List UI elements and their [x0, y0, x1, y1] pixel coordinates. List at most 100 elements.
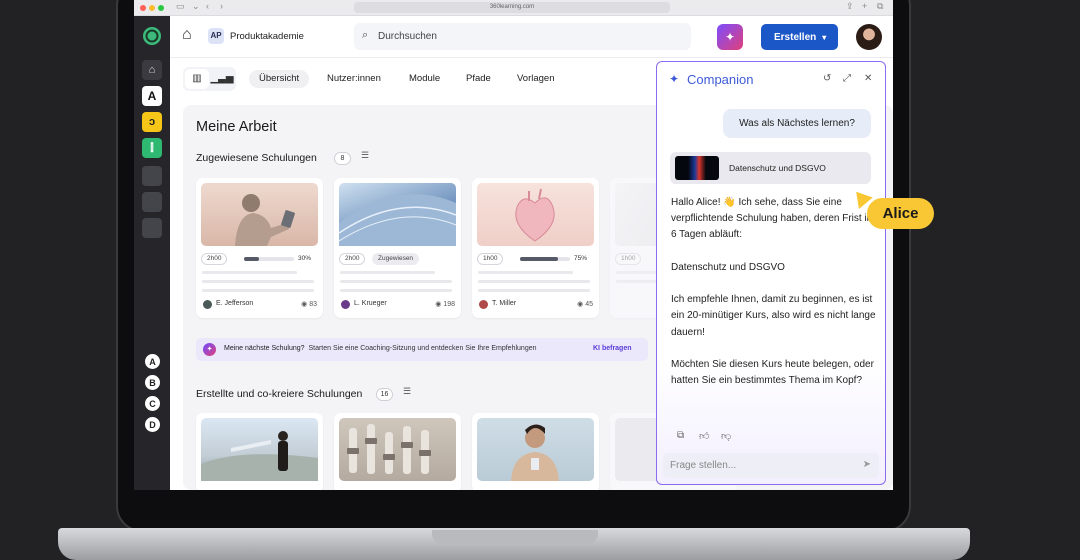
person-outdoor-illustration: [201, 431, 318, 481]
sidebar-slot[interactable]: [142, 192, 162, 212]
ask-ai-link[interactable]: KI befragen: [593, 345, 632, 352]
course-thumbnail: [477, 418, 594, 481]
minimize-window-icon[interactable]: [149, 5, 155, 11]
logo-mark: [143, 27, 161, 45]
home-nav-icon[interactable]: ⌂: [142, 60, 162, 80]
suggested-course[interactable]: Datenschutz und DSGVO: [670, 152, 871, 184]
share-icon[interactable]: ⇪: [846, 1, 854, 12]
list-view-icon[interactable]: ☰: [361, 150, 369, 161]
send-icon[interactable]: ➤: [863, 459, 871, 470]
laptop-notch: [432, 530, 598, 544]
course-thumbnail: [201, 183, 318, 246]
list-view-icon[interactable]: ☰: [403, 386, 411, 397]
author-name: T. Miller: [492, 300, 517, 307]
assistant-reply: Hallo Alice! 👋 Ich sehe, dass Sie eine v…: [671, 195, 876, 406]
letter-d-button[interactable]: D: [145, 417, 160, 432]
create-button[interactable]: Erstellen ▾: [761, 24, 838, 50]
text-placeholder: [340, 271, 435, 274]
academy-a-tile[interactable]: A: [142, 86, 162, 106]
course-card[interactable]: 2h00 Zugewiesen L. Krueger ◉ 198: [334, 178, 461, 318]
app-yellow-icon[interactable]: ↄ: [142, 112, 162, 132]
text-placeholder: [478, 271, 573, 274]
text-placeholder: [478, 280, 590, 283]
letter-a-button[interactable]: A: [145, 354, 160, 369]
heart-illustration: [515, 188, 555, 242]
search-input[interactable]: ⌕ Durchsuchen: [354, 23, 691, 50]
companion-panel: ✦ Companion ↺ ⤢ ✕ Was als Nächstes lerne…: [656, 61, 886, 485]
author-name: E. Jefferson: [216, 300, 254, 307]
home-icon[interactable]: ⌂: [182, 26, 192, 44]
url-bar[interactable]: 360learning.com: [354, 2, 670, 13]
tab-overview[interactable]: Übersicht: [249, 70, 310, 88]
chart-icon[interactable]: ▁▃▅: [210, 69, 234, 89]
tab-overview-icon[interactable]: ⌄: [192, 1, 200, 12]
letter-c-button[interactable]: C: [145, 396, 160, 411]
app-topbar: ⌂ AP Produktakademie ⌕ Durchsuchen ✦ Ers…: [170, 16, 893, 58]
course-thumbnail: [201, 418, 318, 481]
letter-b-button[interactable]: B: [145, 375, 160, 390]
eye-icon: ◉: [301, 301, 310, 308]
workspace-badge: AP: [208, 28, 224, 44]
text-placeholder: [478, 289, 590, 292]
course-card[interactable]: 2h00 30% E. Jefferson ◉ 83: [196, 178, 323, 318]
thumbs-up-icon[interactable]: 👍︎: [699, 430, 709, 442]
course-name: Datenschutz und DSGVO: [729, 163, 826, 173]
tab-users[interactable]: Nutzer:innen: [327, 70, 381, 88]
page-title: Meine Arbeit: [196, 119, 277, 135]
progress-fill: [520, 257, 558, 261]
sidebar-slot[interactable]: [142, 218, 162, 238]
search-icon: ⌕: [362, 29, 369, 41]
banner-question: Meine nächste Schulung?: [224, 345, 305, 352]
created-section-title: Erstellte und co-kreiere Schulungen: [196, 388, 363, 400]
views-value: 45: [585, 301, 593, 308]
new-tab-icon[interactable]: +: [862, 1, 867, 11]
forward-icon[interactable]: ›: [220, 1, 223, 11]
companion-title: Companion: [687, 72, 754, 87]
author-name: L. Krueger: [354, 300, 387, 307]
course-card[interactable]: 1h00 75% T. Miller ◉ 45: [472, 178, 599, 318]
progress-fill: [244, 257, 259, 261]
create-label: Erstellen: [774, 31, 817, 43]
reset-icon[interactable]: ↺: [823, 73, 831, 84]
workspace-name[interactable]: Produktakademie: [230, 31, 304, 42]
user-message: Was als Nächstes lernen?: [723, 109, 871, 138]
tab-paths[interactable]: Pfade: [466, 70, 491, 88]
back-icon[interactable]: ‹: [206, 1, 209, 11]
tabs-icon[interactable]: ⧉: [877, 1, 883, 12]
app-sidebar: ⌂ A ↄ ⫿ A B C D: [134, 16, 170, 490]
created-count-badge: 16: [376, 388, 393, 401]
sidebar-toggle-icon[interactable]: ▭: [176, 1, 185, 12]
maximize-window-icon[interactable]: [158, 5, 164, 11]
course-card[interactable]: [334, 413, 461, 490]
course-thumbnail: [338, 183, 457, 246]
avatar[interactable]: [856, 24, 882, 50]
person-phone-illustration: [511, 424, 559, 481]
architecture-illustration: [338, 194, 457, 246]
author-avatar: [479, 300, 488, 309]
sparkle-icon: ✦: [669, 72, 680, 86]
views-value: 198: [443, 301, 455, 308]
text-placeholder: [202, 289, 314, 292]
sidebar-slot[interactable]: [142, 166, 162, 186]
course-card[interactable]: [472, 413, 599, 490]
tab-templates[interactable]: Vorlagen: [517, 70, 555, 88]
book-icon[interactable]: ▥: [185, 69, 209, 89]
logo-icon[interactable]: [142, 26, 162, 46]
banner-body: Starten Sie eine Coaching-Sitzung und en…: [308, 345, 537, 352]
person-tablet-illustration: [235, 194, 295, 246]
course-card[interactable]: [196, 413, 323, 490]
expand-icon[interactable]: ⤢: [843, 73, 851, 84]
ai-sparkle-button[interactable]: ✦: [717, 24, 743, 50]
text-placeholder: [202, 271, 297, 274]
close-icon[interactable]: ✕: [864, 73, 872, 84]
tab-modules[interactable]: Module: [409, 70, 440, 88]
banner-text: Meine nächste Schulung? Starten Sie eine…: [224, 345, 537, 352]
copy-icon[interactable]: ⧉: [677, 430, 684, 441]
app-green-icon[interactable]: ⫿: [142, 138, 162, 158]
assigned-count-badge: 8: [334, 152, 351, 165]
close-window-icon[interactable]: [140, 5, 146, 11]
ask-question-input[interactable]: Frage stellen... ➤: [663, 453, 879, 478]
progress-bar: [520, 257, 570, 261]
mixer-illustration: [347, 424, 431, 474]
thumbs-down-icon[interactable]: 👎︎: [721, 430, 731, 442]
